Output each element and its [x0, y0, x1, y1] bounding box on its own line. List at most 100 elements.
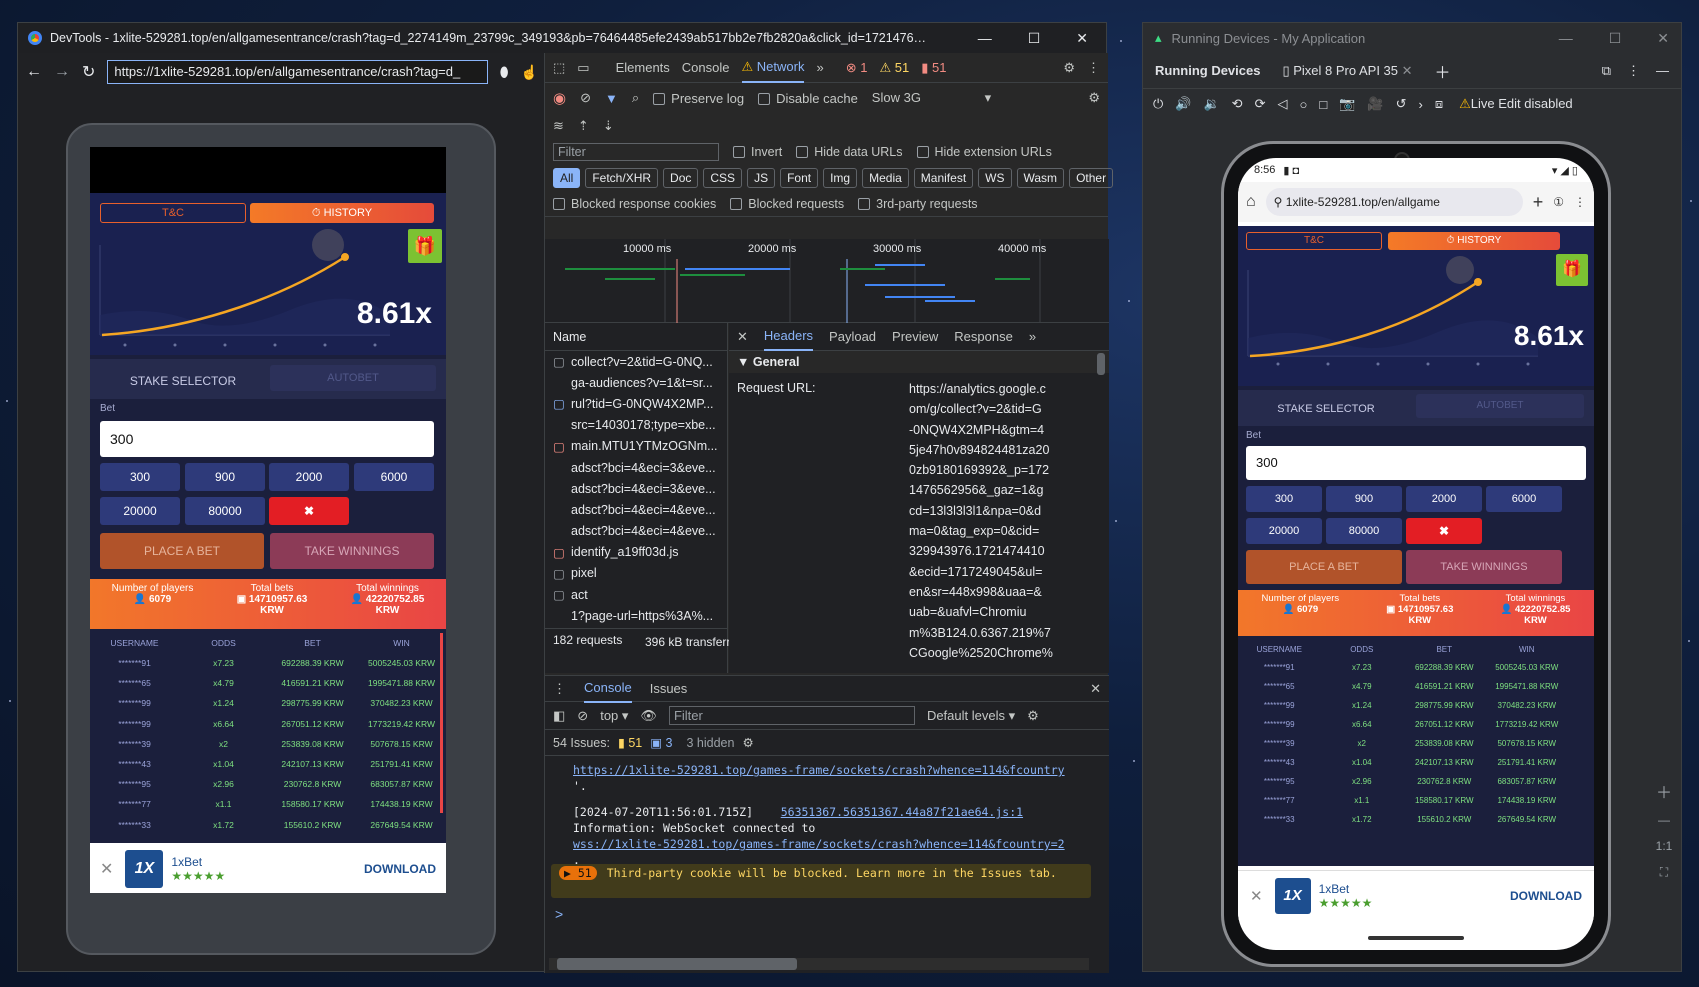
phone-quick-80000[interactable]: 80000 — [1326, 518, 1402, 544]
volume-down-icon[interactable]: 🔉 — [1203, 96, 1219, 112]
zoom-out-icon[interactable]: — — [1651, 807, 1677, 833]
tab-response[interactable]: Response — [954, 329, 1013, 344]
quick-2000[interactable]: 2000 — [269, 463, 349, 491]
blocked-requests-checkbox[interactable]: Blocked requests — [730, 197, 844, 211]
context-select[interactable]: top ▾ — [600, 708, 628, 724]
options-icon[interactable]: ⋮ — [1627, 63, 1640, 79]
phone-place-bet-button[interactable]: PLACE A BET — [1246, 550, 1402, 584]
disable-cache-checkbox[interactable]: Disable cache — [758, 91, 858, 106]
kebab-icon[interactable]: ⋮ — [1087, 60, 1100, 76]
maximize-icon[interactable]: ☐ — [1028, 30, 1041, 47]
phone-autobet-tab[interactable]: AUTOBET — [1416, 394, 1584, 418]
quick-300[interactable]: 300 — [100, 463, 180, 491]
filter-icon[interactable]: ▼ — [605, 91, 618, 106]
wifi-icon[interactable]: ≋ — [553, 118, 564, 134]
console-warning[interactable]: ▶ 51 Third-party cookie will be blocked.… — [551, 864, 1091, 898]
close-icon[interactable]: ✕ — [1250, 887, 1263, 905]
name-column-header[interactable]: Name — [545, 323, 727, 351]
request-row[interactable]: adsct?bci=4&eci=4&eve... — [545, 499, 727, 520]
search-icon[interactable]: ⌕ — [632, 90, 639, 106]
hide-icon[interactable]: — — [1656, 63, 1669, 79]
close-drawer-icon[interactable]: ✕ — [1090, 681, 1101, 697]
type-chip-font[interactable]: Font — [780, 168, 819, 188]
stake-selector-tab[interactable]: STAKE SELECTOR — [100, 369, 266, 393]
log-levels-select[interactable]: Default levels ▾ — [927, 708, 1015, 724]
issues-settings-icon[interactable]: ⚙ — [742, 735, 753, 750]
hide-ext-urls-checkbox[interactable]: Hide extension URLs — [916, 145, 1052, 159]
zoom-in-icon[interactable]: ＋ — [1651, 781, 1677, 807]
maximize-icon[interactable]: ☐ — [1609, 30, 1622, 47]
phone-tc-button[interactable]: T&C — [1246, 232, 1382, 250]
history-button[interactable]: ⏱ HISTORY — [250, 203, 434, 223]
snapshot-icon[interactable]: ⧈ — [1435, 96, 1443, 112]
phone-take-winnings-button[interactable]: TAKE WINNINGS — [1406, 550, 1562, 584]
close-tab-icon[interactable]: ✕ — [1402, 63, 1413, 78]
preserve-log-checkbox[interactable]: Preserve log — [653, 91, 744, 106]
clear-bet-button[interactable]: ✖ — [269, 497, 349, 525]
drawer-tab-issues[interactable]: Issues — [650, 681, 688, 696]
power-icon[interactable]: ⏻ — [1153, 96, 1163, 112]
quick-6000[interactable]: 6000 — [354, 463, 434, 491]
device-tab[interactable]: ▯ Pixel 8 Pro API 35 ✕ — [1282, 63, 1412, 79]
phone-quick-2000[interactable]: 2000 — [1406, 486, 1482, 512]
request-row[interactable]: ga-audiences?v=1&t=sr... — [545, 372, 727, 393]
console-hscroll[interactable] — [549, 958, 1089, 970]
issues-count[interactable]: ▮ 51 — [921, 60, 946, 76]
drawer-tab-console[interactable]: Console — [584, 674, 632, 703]
close-icon[interactable]: ✕ — [1076, 30, 1088, 47]
request-row[interactable]: ▢ collect?v=2&tid=G-0NQ... — [545, 351, 727, 372]
phone-download-button[interactable]: DOWNLOAD — [1510, 889, 1582, 903]
tab-network[interactable]: ⚠ Network — [741, 53, 805, 83]
back-icon[interactable]: ← — [26, 63, 42, 81]
touch-icon[interactable]: ☝ — [521, 64, 538, 81]
console-prompt[interactable]: > — [555, 906, 563, 922]
request-row[interactable]: ▢ rul?tid=G-0NQW4X2MP... — [545, 393, 727, 414]
phone-bet-input[interactable]: 300 — [1246, 446, 1586, 480]
add-device-icon[interactable]: ＋ — [1435, 59, 1451, 83]
volume-up-icon[interactable]: 🔊 — [1175, 96, 1191, 112]
take-winnings-button[interactable]: TAKE WINNINGS — [270, 533, 434, 569]
url-input[interactable]: https://1xlite-529281.top/en/allgamesent… — [107, 60, 488, 84]
settings-icon[interactable]: ⚙ — [1063, 60, 1075, 76]
download-icon[interactable]: ⇣ — [603, 118, 614, 134]
tab-payload[interactable]: Payload — [829, 329, 876, 344]
quick-80000[interactable]: 80000 — [185, 497, 265, 525]
gesture-bar[interactable] — [1368, 936, 1464, 940]
phone-history-button[interactable]: ⏱ HISTORY — [1388, 232, 1560, 250]
network-settings-icon[interactable]: ⚙ — [1088, 90, 1100, 106]
warning-count[interactable]: ⚠ 51 — [879, 60, 909, 76]
close-icon[interactable]: ✕ — [1657, 30, 1669, 47]
quick-20000[interactable]: 20000 — [100, 497, 180, 525]
request-row[interactable]: adsct?bci=4&eci=4&eve... — [545, 521, 727, 542]
quick-900[interactable]: 900 — [185, 463, 265, 491]
request-row[interactable]: src=14030178;type=xbe... — [545, 415, 727, 436]
reload-icon[interactable]: ↻ — [82, 62, 95, 82]
upload-icon[interactable]: ⇡ — [578, 118, 589, 134]
eye-icon[interactable]: 👁 — [640, 708, 657, 724]
clear-console-icon[interactable]: ⊘ — [577, 708, 588, 724]
phone-quick-300[interactable]: 300 — [1246, 486, 1322, 512]
home-icon[interactable]: ⌂ — [1246, 193, 1256, 211]
request-row[interactable]: adsct?bci=4&eci=3&eve... — [545, 457, 727, 478]
request-row[interactable]: ▢ main.MTU1YTMzOGNm... — [545, 436, 727, 457]
back-nav-icon[interactable]: ◁ — [1277, 96, 1287, 112]
mobile-url-bar[interactable]: ⚲ 1xlite-529281.top/en/allgame — [1265, 188, 1523, 216]
console-settings-icon[interactable]: ⚙ — [1027, 708, 1039, 724]
place-bet-button[interactable]: PLACE A BET — [100, 533, 264, 569]
type-chip-ws[interactable]: WS — [978, 168, 1012, 188]
issues-info-count[interactable]: ▣ 3 — [650, 735, 672, 750]
close-icon[interactable]: ✕ — [100, 859, 113, 879]
home-nav-icon[interactable]: ○ — [1299, 97, 1307, 112]
more-detail-tabs-icon[interactable]: » — [1029, 329, 1036, 344]
request-row[interactable]: ▢ act — [545, 584, 727, 605]
blocked-cookies-checkbox[interactable]: Blocked response cookies — [553, 197, 716, 211]
phone-clear-bet-button[interactable]: ✖ — [1406, 518, 1482, 544]
request-row[interactable]: ▢ identify_a19ff03d.js — [545, 542, 727, 563]
drawer-menu-icon[interactable]: ⋮ — [553, 681, 566, 697]
record-video-icon[interactable]: 🎥 — [1367, 96, 1383, 112]
inspect-icon[interactable]: ⬚ — [553, 60, 565, 76]
new-tab-icon[interactable]: + — [1533, 192, 1544, 213]
clear-icon[interactable]: ⊘ — [580, 90, 591, 106]
bet-input[interactable]: 300 — [100, 421, 434, 457]
throttle-select[interactable]: Slow 3G ▾ — [872, 90, 991, 106]
